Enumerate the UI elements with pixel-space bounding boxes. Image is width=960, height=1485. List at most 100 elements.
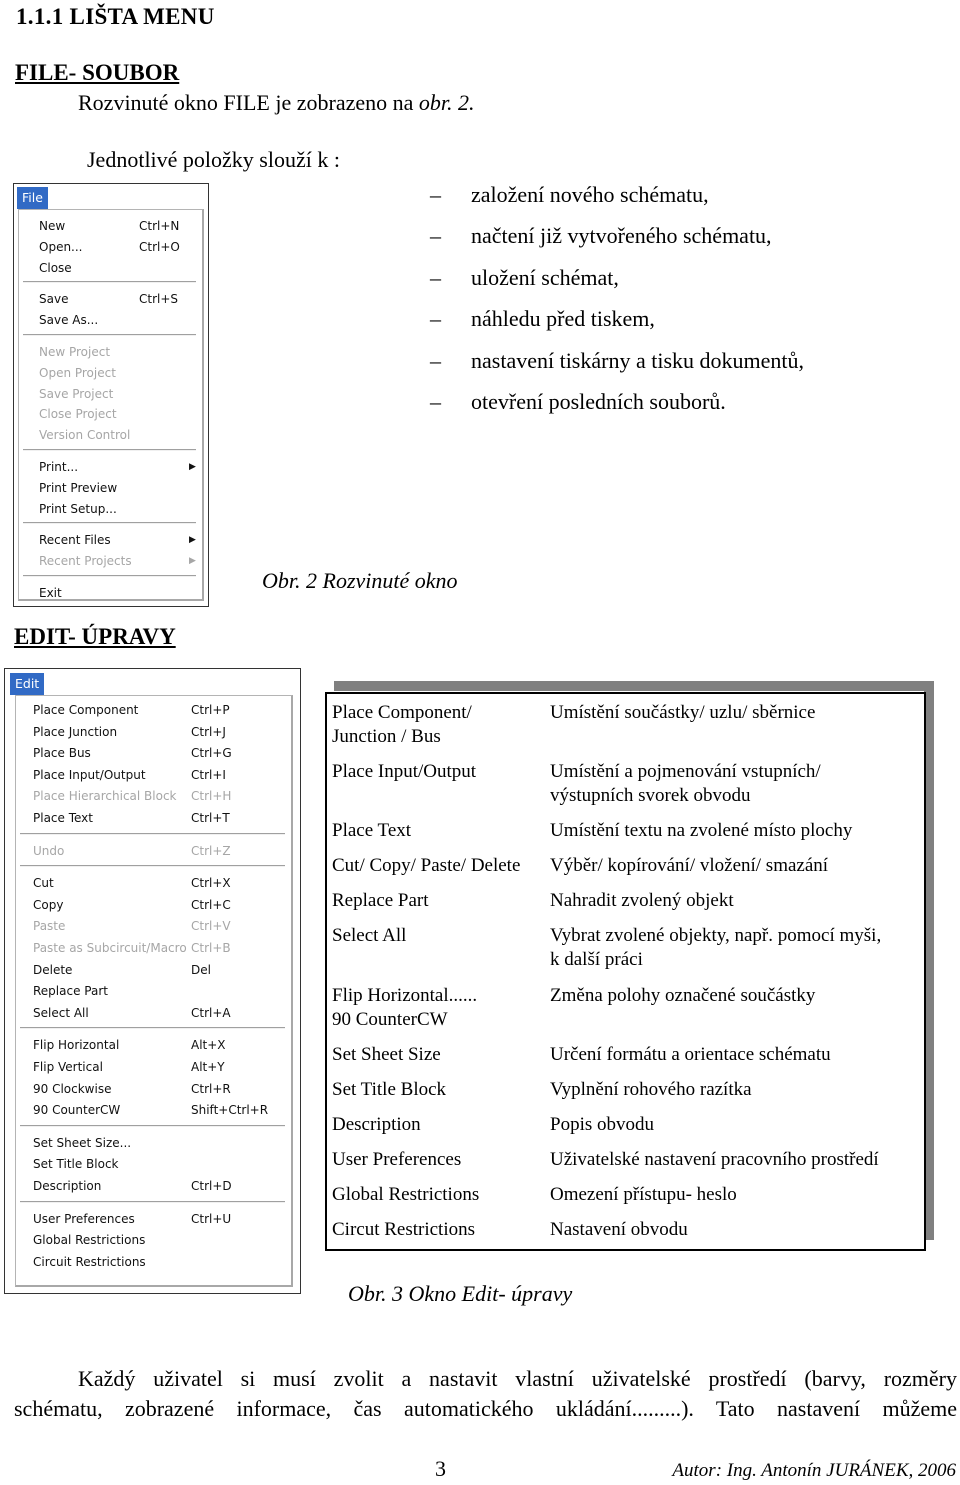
menu-item-label: Paste — [33, 919, 66, 934]
menu-item-label: Flip Horizontal — [33, 1038, 120, 1053]
edit-menu-title[interactable]: Edit — [10, 673, 45, 695]
menu-item-copy[interactable]: Copy Ctrl+C — [16, 895, 291, 916]
menu-item-label: Delete — [33, 962, 73, 977]
menu-item-print[interactable]: Print... ▶ — [19, 457, 202, 478]
menu-item-cut[interactable]: Cut Ctrl+X — [16, 873, 291, 894]
menu-item-recent-files[interactable]: Recent Files ▶ — [19, 530, 202, 551]
submenu-arrow-icon: ▶ — [189, 462, 196, 472]
list-item-text: otevření posledních souborů. — [471, 389, 726, 415]
edit-section-title: EDIT- ÚPRAVY — [14, 624, 176, 649]
menu-item-90-clockwise[interactable]: 90 Clockwise Ctrl+R — [16, 1079, 291, 1100]
command-cell: Cut/ Copy/ Paste/ Delete — [332, 855, 521, 876]
menu-item-replace-part[interactable]: Replace Part — [16, 981, 291, 1002]
menu-item-shortcut: Alt+X — [191, 1038, 226, 1053]
menu-item-recent-projects[interactable]: Recent Projects ▶ — [19, 551, 202, 572]
menu-item-close[interactable]: Close — [19, 258, 202, 279]
menu-item-label: Description — [33, 1179, 102, 1193]
list-item: – založení nového schématu, — [430, 174, 804, 216]
menu-item-shortcut: Ctrl+P — [191, 703, 230, 717]
submenu-arrow-icon: ▶ — [189, 535, 196, 546]
menu-item-open-project[interactable]: Open Project — [19, 363, 202, 384]
menu-item-label: Version Control — [39, 428, 131, 443]
menu-item-90-countercw[interactable]: 90 CounterCW Shift+Ctrl+R — [16, 1100, 291, 1121]
menu-item-description[interactable]: Description Ctrl+D — [16, 1176, 291, 1197]
menu-item-shortcut: Ctrl+Z — [191, 843, 231, 858]
menu-item-label: Place Component — [33, 703, 139, 717]
menu-item-user-preferences[interactable]: User Preferences Ctrl+U — [16, 1209, 291, 1230]
page-number: 3 — [435, 1456, 446, 1481]
menu-item-shortcut: Ctrl+A — [191, 1005, 231, 1020]
bullet-dash: – — [430, 264, 441, 290]
file-menu-title[interactable]: File — [17, 187, 48, 209]
menu-item-version-control[interactable]: Version Control — [19, 425, 202, 446]
menu-item-exit[interactable]: Exit — [19, 583, 202, 604]
menu-item-label: Place Bus — [33, 746, 91, 761]
menu-item-label: Place Text — [33, 811, 93, 825]
menu-item-flip-vertical[interactable]: Flip Vertical Alt+Y — [16, 1057, 291, 1078]
file-menu-panel: New Ctrl+N Open... Ctrl+O Close Save Ctrl+S Sav… — [18, 209, 204, 601]
description-cell: Umístění a pojmenování vstupních/ výstup… — [550, 761, 821, 806]
menu-item-paste[interactable]: Paste Ctrl+V — [16, 916, 291, 937]
list-item: – načtení již vytvořeného schématu, — [430, 216, 804, 258]
menu-item-label: New — [39, 219, 66, 233]
menu-item-paste-as-subcircuit-macro[interactable]: Paste as Subcircuit/Macro Ctrl+B — [16, 938, 291, 959]
menu-item-save[interactable]: Save Ctrl+S — [19, 289, 202, 310]
menu-item-circuit-restrictions[interactable]: Circuit Restrictions — [16, 1252, 291, 1273]
command-cell: Place Component/ Junction / Bus — [332, 702, 472, 747]
menu-separator — [23, 575, 196, 577]
menu-item-label: Open... — [39, 239, 83, 254]
menu-item-place-bus[interactable]: Place Bus Ctrl+G — [16, 743, 291, 764]
menu-item-global-restrictions[interactable]: Global Restrictions — [16, 1230, 291, 1251]
menu-item-print-preview[interactable]: Print Preview — [19, 478, 202, 499]
menu-item-label: Place Input/Output — [33, 767, 146, 782]
menu-item-shortcut: Ctrl+H — [191, 789, 232, 804]
menu-item-label: Replace Part — [33, 984, 108, 999]
menu-item-place-text[interactable]: Place Text Ctrl+T — [16, 808, 291, 829]
menu-item-label: Circuit Restrictions — [33, 1254, 146, 1269]
menu-item-open[interactable]: Open... Ctrl+O — [19, 237, 202, 258]
menu-item-shortcut: Ctrl+R — [191, 1081, 231, 1096]
menu-item-label: 90 CounterCW — [33, 1103, 121, 1118]
edit-commands-table: Place Component/ Junction / Bus Umístění … — [325, 692, 926, 1251]
closing-paragraph-line-2: schématu, zobrazené informace, čas autom… — [14, 1396, 957, 1421]
menu-item-delete[interactable]: Delete Del — [16, 960, 291, 981]
menu-item-place-junction[interactable]: Place Junction Ctrl+J — [16, 722, 291, 743]
list-item-text: uložení schémat, — [471, 264, 619, 290]
menu-item-save-project[interactable]: Save Project — [19, 384, 202, 405]
menu-item-close-project[interactable]: Close Project — [19, 404, 202, 425]
command-cell: User Preferences — [332, 1149, 462, 1170]
menu-item-shortcut: Ctrl+G — [191, 746, 232, 761]
menu-item-place-input-output[interactable]: Place Input/Output Ctrl+I — [16, 765, 291, 786]
menu-item-label: New Project — [39, 345, 111, 359]
menu-item-new-project[interactable]: New Project — [19, 342, 202, 363]
edit-menu: Edit Place Component Ctrl+P Place Junction… — [4, 668, 301, 1294]
menu-item-select-all[interactable]: Select All Ctrl+A — [16, 1003, 291, 1024]
menu-item-label: Paste as Subcircuit/Macro — [33, 941, 187, 955]
menu-item-shortcut: Ctrl+T — [191, 811, 230, 825]
menu-item-undo[interactable]: Undo Ctrl+Z — [16, 841, 291, 862]
list-item: – uložení schémat, — [430, 257, 804, 299]
menu-item-shortcut: Ctrl+J — [191, 724, 226, 739]
menu-item-shortcut: Ctrl+O — [139, 239, 180, 254]
command-cell: Set Title Block — [332, 1079, 447, 1100]
menu-item-set-title-block[interactable]: Set Title Block — [16, 1154, 291, 1175]
menu-item-set-sheet-size[interactable]: Set Sheet Size... — [16, 1133, 291, 1154]
menu-item-label: Select All — [33, 1005, 89, 1020]
menu-item-save-as[interactable]: Save As... — [19, 310, 202, 331]
menu-item-place-hierarchical-block[interactable]: Place Hierarchical Block Ctrl+H — [16, 786, 291, 807]
menu-item-flip-horizontal[interactable]: Flip Horizontal Alt+X — [16, 1035, 291, 1056]
bullet-dash: – — [430, 223, 441, 249]
menu-item-shortcut: Ctrl+U — [191, 1211, 232, 1226]
menu-item-label: Place Junction — [33, 724, 118, 739]
command-cell: Place Input/Output — [332, 761, 477, 782]
menu-item-print-setup[interactable]: Print Setup... — [19, 499, 202, 520]
menu-item-new[interactable]: New Ctrl+N — [19, 216, 202, 237]
list-item-text: načtení již vytvořeného schématu, — [471, 223, 772, 249]
menu-item-label: 90 Clockwise — [33, 1081, 112, 1096]
menu-separator — [20, 1124, 285, 1127]
menu-item-place-component[interactable]: Place Component Ctrl+P — [16, 700, 291, 721]
file-intro-text: Rozvinuté okno FILE je zobrazeno na — [78, 90, 419, 115]
list-item-text: založení nového schématu, — [471, 181, 709, 207]
menu-item-label: Copy — [33, 897, 64, 912]
menu-item-shortcut: Ctrl+C — [191, 897, 231, 912]
